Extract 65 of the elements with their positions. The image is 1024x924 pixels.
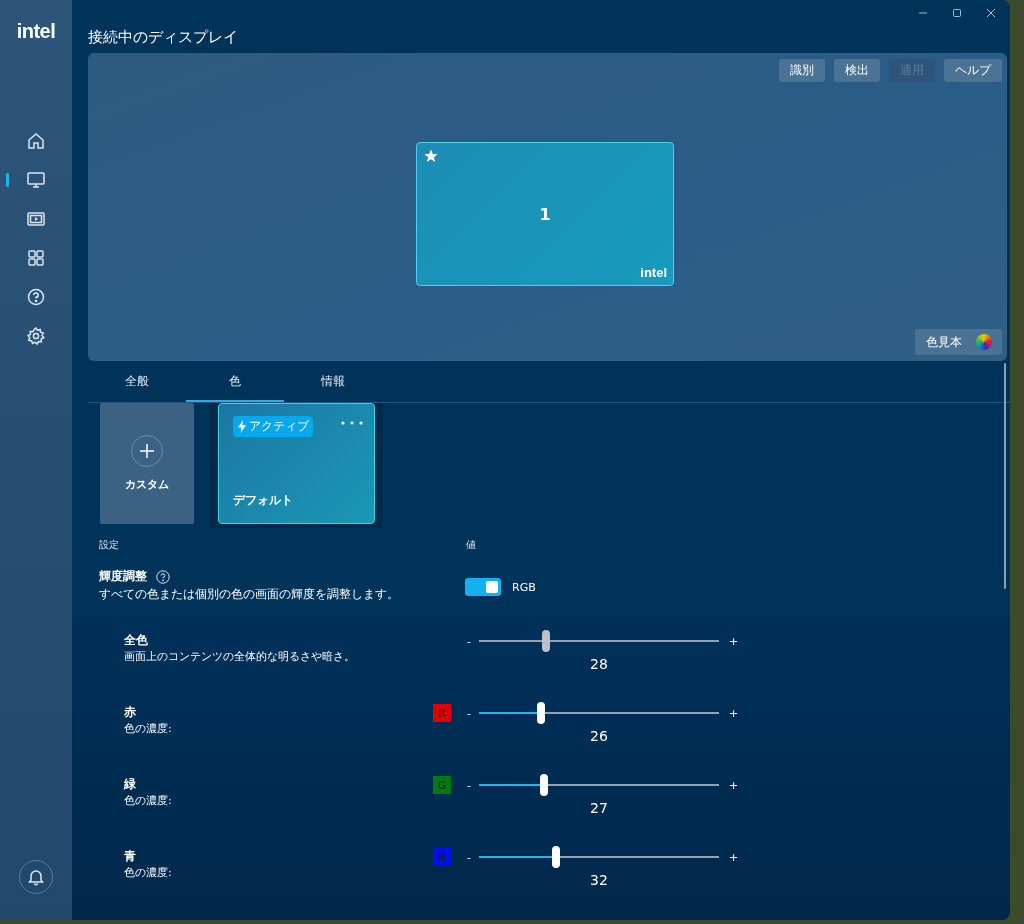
tab[interactable]: 情報 [284,361,382,402]
toolbar-button[interactable]: ヘルプ [944,59,1002,83]
increase-label: + [729,706,739,720]
lightning-icon [237,420,247,433]
setting-title: 赤 [124,704,137,720]
bell-icon [26,867,46,887]
intel-logo: intel [640,265,667,281]
slider-value: 27 [589,800,609,816]
page-title: 接続中のディスプレイ [87,27,239,48]
maximize-icon [952,8,962,18]
scrollbar[interactable] [1004,363,1006,589]
help-icon[interactable] [156,569,170,584]
setting-description: すべての色または個別の色の画面の輝度を調整します。 [99,586,400,603]
decrease-label: - [467,778,472,792]
color-palette-button[interactable]: 色見本 [915,329,1002,356]
active-badge: アクティブ [233,416,313,437]
setting-description: 色の濃度: [124,865,173,881]
settings-icon [26,325,46,346]
color-swatch: G [433,776,451,794]
slider-thumb[interactable] [551,846,560,868]
toolbar-button[interactable]: 識別 [779,59,825,83]
decrease-label: - [467,850,472,864]
tab[interactable]: 全般 [88,361,186,402]
decrease-label: - [467,706,472,720]
more-options-icon[interactable] [341,421,363,425]
intel-logo: intel [16,20,56,43]
column-header: 値 [466,538,476,552]
increase-label: + [729,850,739,864]
close-icon [986,8,996,18]
slider-thumb[interactable] [537,702,546,724]
increase-label: + [729,778,739,792]
decrease-label: - [467,634,472,648]
monitor-icon [26,169,46,190]
plus-icon [131,435,163,467]
setting-description: 色の濃度: [124,793,173,809]
profile-label: カスタム [125,477,169,492]
setting-description: 色の濃度: [124,721,173,737]
color-wheel-icon [976,334,992,351]
add-profile-card[interactable]: カスタム [100,403,194,524]
setting-title: 青 [124,848,137,864]
slider-track[interactable] [479,846,719,868]
color-swatch: B [433,848,451,866]
apps-grid-icon [26,247,46,268]
home-icon [26,130,46,151]
setting-title: 全色 [124,632,149,648]
increase-label: + [729,634,739,648]
display-tile[interactable]: 1 intel [416,142,674,287]
slider-value: 32 [589,872,609,888]
column-header: 設定 [99,538,120,552]
profile-label: デフォルト [233,492,293,509]
profile-card[interactable]: アクティブ デフォルト [218,403,375,524]
slider-value: 26 [589,728,609,744]
slider-track[interactable] [479,774,719,796]
slider-track[interactable] [479,702,719,724]
color-swatch: R [433,704,451,722]
toolbar-button[interactable]: 検出 [834,59,880,83]
setting-description: 画面上のコンテンツの全体的な明るさや暗さ。 [124,649,356,665]
setting-title: 緑 [124,776,137,792]
slider-value: 28 [589,656,609,672]
display-number: 1 [539,204,551,224]
setting-title: 輝度調整 [99,568,147,585]
toggle-label: RGB [512,580,536,594]
slider-thumb[interactable] [539,774,548,796]
toggle-switch[interactable] [465,578,501,596]
help-icon [26,286,46,307]
